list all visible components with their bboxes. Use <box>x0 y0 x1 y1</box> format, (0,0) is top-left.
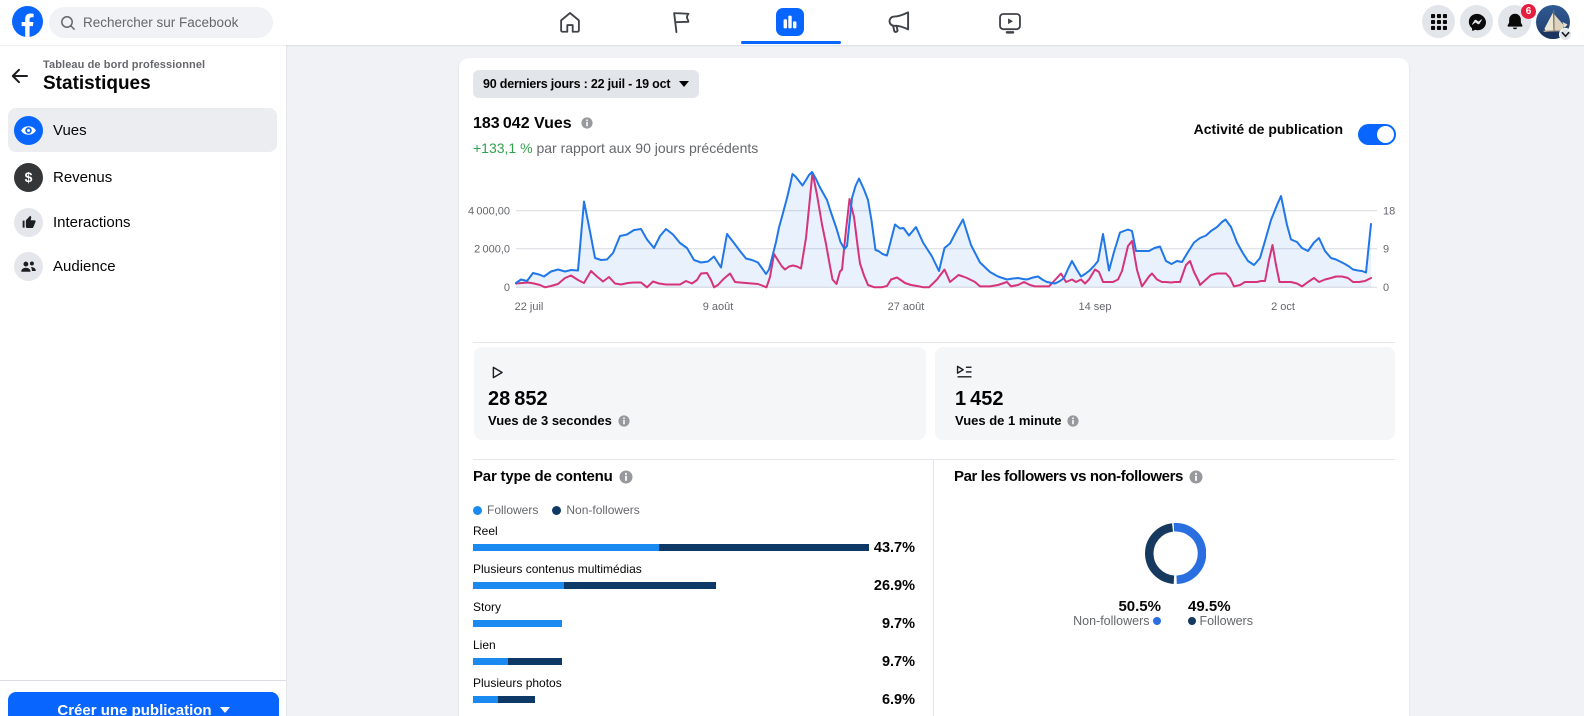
svg-text:0: 0 <box>1383 282 1389 294</box>
svg-text:9: 9 <box>1383 244 1389 256</box>
svg-text:22 juil: 22 juil <box>515 301 544 313</box>
svg-text:2 000,0: 2 000,0 <box>474 244 510 256</box>
svg-text:0: 0 <box>504 282 510 294</box>
svg-text:18: 18 <box>1383 206 1395 218</box>
svg-text:2 oct: 2 oct <box>1271 301 1295 313</box>
svg-text:4 000,00: 4 000,00 <box>468 206 510 218</box>
svg-text:27 août: 27 août <box>888 301 925 313</box>
svg-text:9 août: 9 août <box>703 301 734 313</box>
svg-text:14 sep: 14 sep <box>1078 301 1111 313</box>
